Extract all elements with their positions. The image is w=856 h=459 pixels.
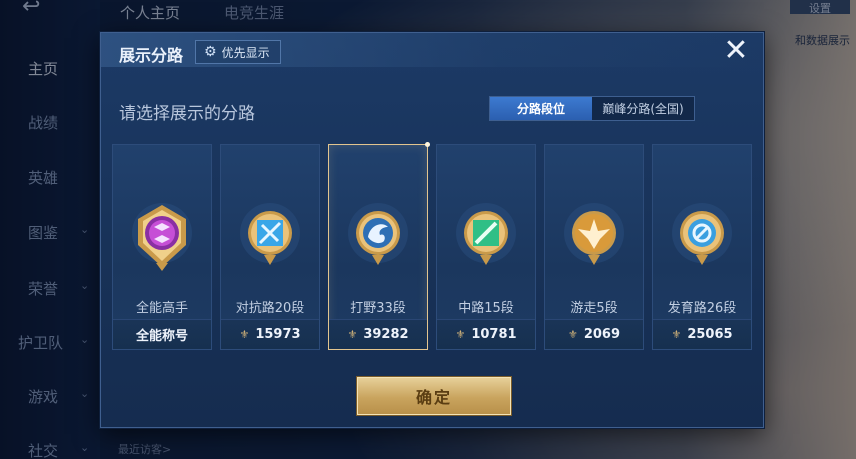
lane-footer: 全能称号 (113, 319, 211, 349)
dialog-title: 展示分路 (119, 46, 184, 65)
lane-card-all-round[interactable]: 全能高手 全能称号 (112, 144, 212, 350)
lane-footer-text: 39282 (363, 327, 409, 342)
lane-card-jungle[interactable]: 打野33段 ⚜ 39282 (328, 142, 430, 350)
lane-name: 打野33段 (350, 301, 406, 316)
lane-mode-toggle: 分路段位 巅峰分路(全国) (489, 96, 695, 121)
lane-footer: ⚜ 15973 (221, 319, 319, 349)
roam-emblem-icon (562, 201, 626, 273)
close-icon[interactable]: ✕ (721, 36, 751, 67)
lane-footer-text: 全能称号 (135, 329, 188, 344)
lane-footer-text: 10781 (471, 327, 517, 342)
jungle-emblem-icon (346, 201, 410, 273)
lane-name: 对抗路20段 (235, 301, 305, 316)
lane-footer: ⚜ 25065 (653, 319, 751, 349)
lane-footer: ⚜ 10781 (437, 319, 535, 349)
rank-points-icon: ⚜ (347, 328, 358, 341)
lane-card-roam[interactable]: 游走5段 ⚜ 2069 (544, 144, 644, 350)
gear-icon: ⚙ (204, 44, 217, 60)
rank-points-icon: ⚜ (567, 328, 578, 341)
mid-lane-emblem-icon (454, 201, 518, 273)
rank-points-icon: ⚜ (239, 328, 250, 341)
rank-points-icon: ⚜ (455, 328, 466, 341)
segment-lane-rank[interactable]: 分路段位 (490, 97, 592, 120)
lane-name: 发育路26段 (667, 301, 737, 316)
lane-footer-text: 2069 (583, 327, 621, 342)
lane-footer: ⚜ 39282 (329, 319, 427, 349)
lane-card-clash[interactable]: 对抗路20段 ⚜ 15973 (220, 144, 320, 350)
clash-lane-emblem-icon (238, 201, 302, 273)
segment-peak-lane[interactable]: 巅峰分路(全国) (592, 97, 694, 120)
lane-cards: 全能高手 全能称号 对抗路20段 ⚜ 15973 打野33段 ⚜ 39282 中… (112, 142, 752, 350)
all-round-emblem-icon (130, 201, 194, 273)
lane-footer: ⚜ 2069 (545, 319, 643, 349)
lane-card-mid[interactable]: 中路15段 ⚜ 10781 (436, 144, 536, 350)
confirm-button[interactable]: 确定 (357, 377, 511, 415)
lane-name: 全能高手 (135, 301, 188, 316)
lane-card-farm[interactable]: 发育路26段 ⚜ 25065 (652, 144, 752, 350)
priority-display-button[interactable]: ⚙ 优先显示 (195, 40, 281, 64)
priority-display-label: 优先显示 (221, 45, 270, 60)
lane-name: 中路15段 (458, 301, 514, 316)
rank-points-icon: ⚜ (671, 328, 682, 341)
lane-display-dialog: 展示分路 ⚙ 优先显示 ✕ 请选择展示的分路 分路段位 巅峰分路(全国) 全能高… (100, 32, 764, 428)
dialog-subtitle: 请选择展示的分路 (119, 104, 255, 124)
lane-footer-text: 25065 (687, 327, 733, 342)
lane-name: 游走5段 (570, 301, 618, 316)
lane-footer-text: 15973 (255, 327, 301, 342)
farm-lane-emblem-icon (670, 201, 734, 273)
